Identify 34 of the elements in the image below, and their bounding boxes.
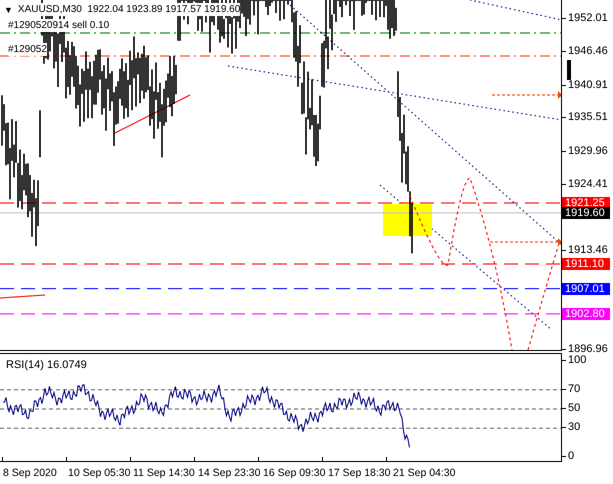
time-label: 10 Sep 05:30 <box>67 467 132 479</box>
price-label: 1924.41 <box>568 178 608 190</box>
price-label: 1946.46 <box>568 45 608 58</box>
trend-line <box>0 294 46 298</box>
price-label: 1952.01 <box>568 12 608 24</box>
rsi-label: 30 <box>568 421 580 434</box>
arrow-line <box>492 91 561 99</box>
time-label: 14 Sep 23:30 <box>197 467 262 479</box>
price-label: 1935.51 <box>568 111 608 124</box>
time-label: 8 Sep 2020 <box>2 467 58 479</box>
rsi-label: 70 <box>568 382 580 395</box>
order-label: #1290520914 sell 0.10 <box>8 19 110 32</box>
order-label: #129052 <box>8 43 47 56</box>
arrow-line <box>490 238 561 246</box>
price-badge: 1907.01 <box>562 282 610 295</box>
chart-header: XAUUSD,M30 1922.04 1923.89 1917.57 1919.60 <box>18 3 240 16</box>
price-label: 1913.46 <box>568 244 608 256</box>
time-label: 11 Sep 14:30 <box>132 467 196 479</box>
price-badge: 1921.25 <box>562 196 610 209</box>
time-label: 21 Sep 04:30 <box>392 467 456 479</box>
price-label: 1940.91 <box>568 78 608 91</box>
price-label: 1896.96 <box>568 343 608 356</box>
rsi-label: 0 <box>568 450 574 462</box>
price-label: 1929.96 <box>568 144 608 157</box>
time-label: 17 Sep 18:30 <box>327 467 392 479</box>
current-bar-icon <box>567 60 571 80</box>
rsi-label: 50 <box>568 402 580 414</box>
collapse-icon[interactable]: ▼ <box>4 4 13 14</box>
price-badge: 1911.10 <box>562 258 610 270</box>
price-badge: 1919.60 <box>562 206 610 219</box>
time-label: 16 Sep 09:30 <box>262 467 326 479</box>
indicator-label: RSI(14) 16.0749 <box>6 359 87 371</box>
price-badge: 1902.80 <box>562 308 610 320</box>
rsi-label: 100 <box>568 354 586 366</box>
